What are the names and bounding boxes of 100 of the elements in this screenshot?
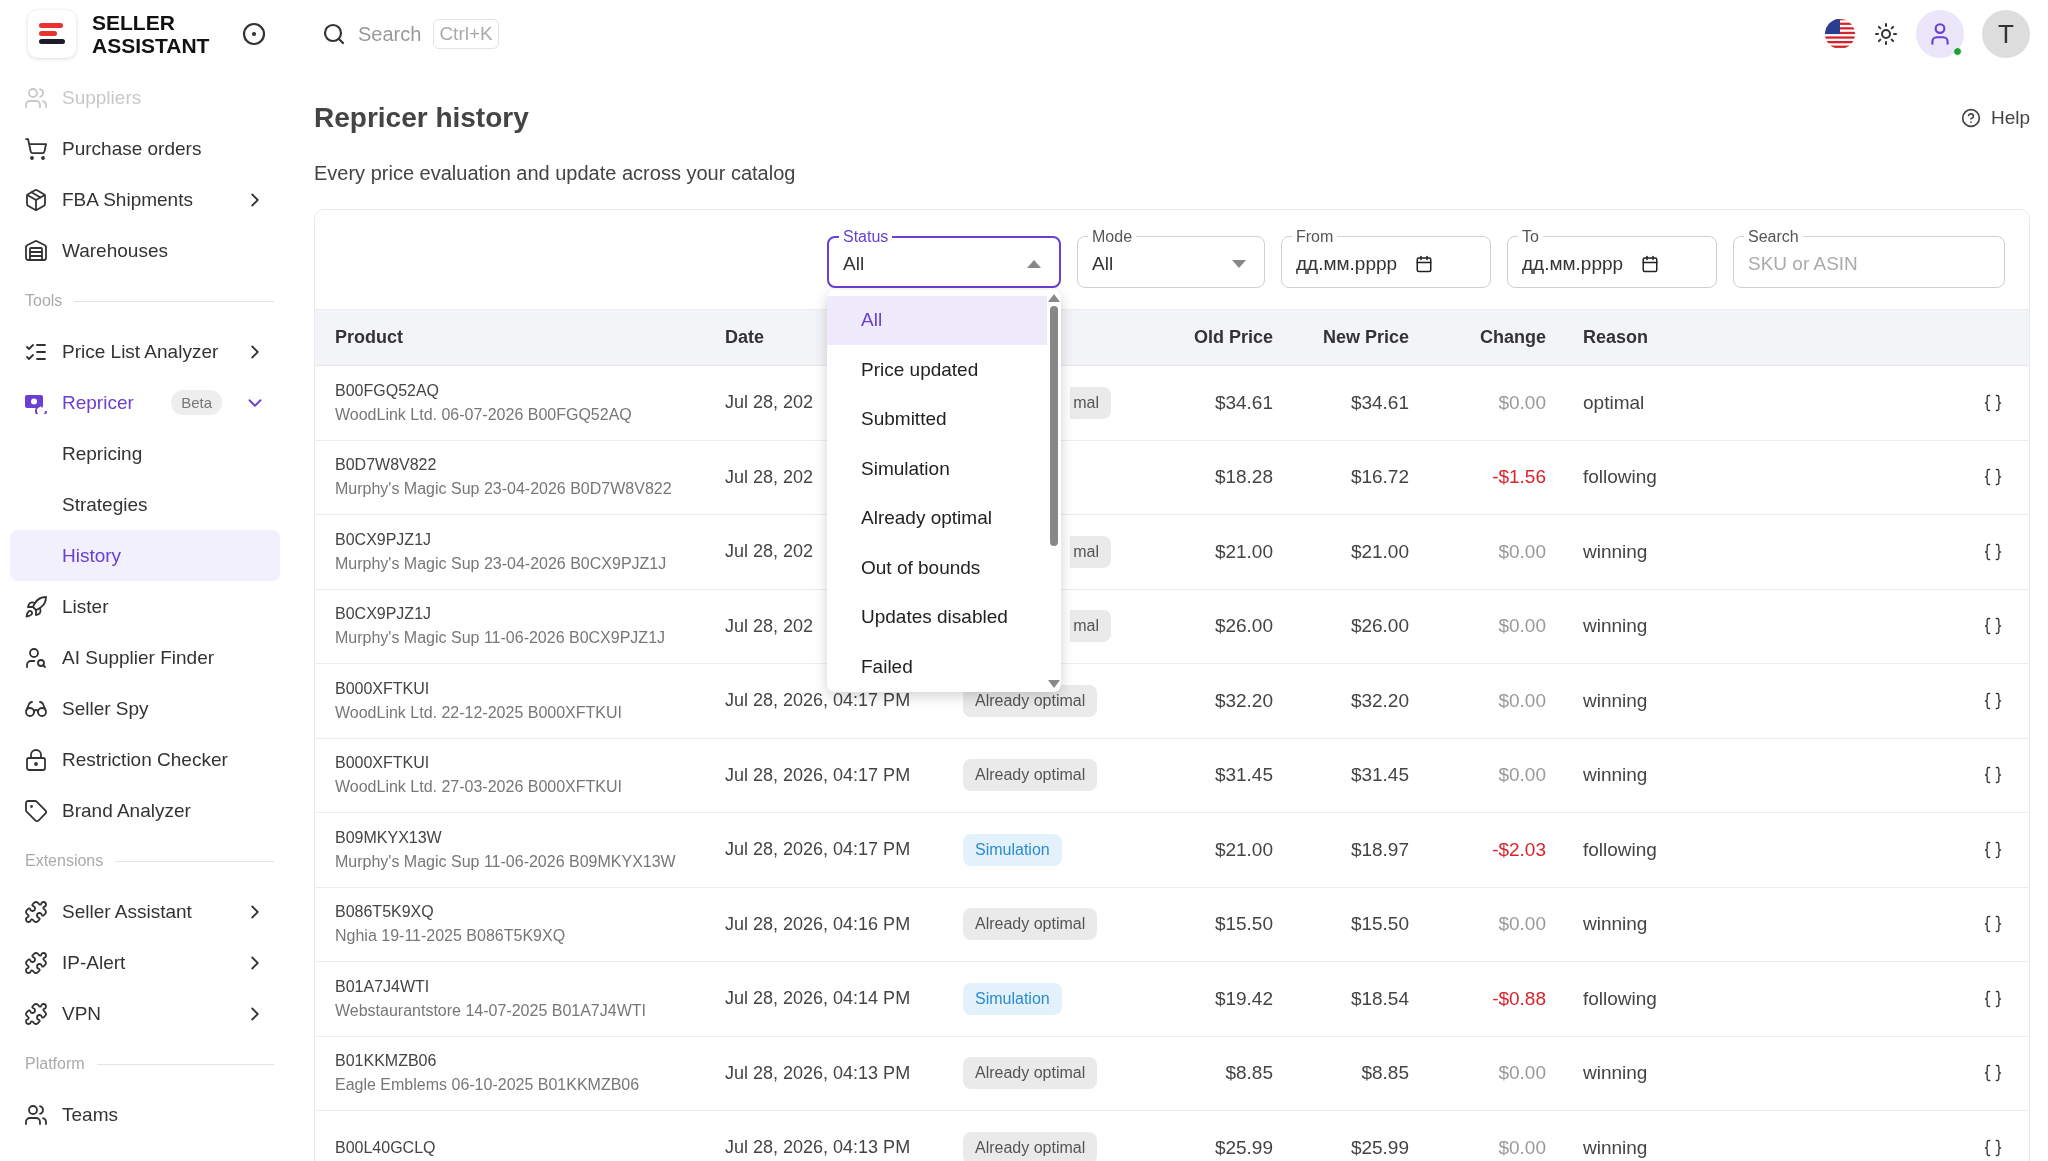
new-price-cell-text: $25.99: [1349, 1136, 1409, 1159]
new-price-cell-text: $26.00: [1349, 615, 1409, 638]
sidebar-subitem[interactable]: Strategies: [10, 479, 280, 530]
change-cell-text: $0.00: [1497, 764, 1546, 787]
sidebar-item[interactable]: Seller Spy: [10, 683, 280, 734]
sidebar-item[interactable]: Teams: [10, 1089, 280, 1140]
menu-option[interactable]: Submitted: [827, 394, 1047, 444]
user-search-icon: [24, 645, 48, 670]
product-sku: B0D7W8V822: [335, 456, 438, 475]
status-badge: mal: [1070, 610, 1111, 643]
sidebar-item[interactable]: Purchase orders: [10, 123, 280, 174]
date-cell: Jul 28, 2026, 04:14 PM: [725, 988, 911, 1010]
lock-icon: [24, 747, 48, 772]
search-icon: [322, 22, 346, 46]
scroll-up-icon[interactable]: [1048, 293, 1060, 302]
caret-icon: [1027, 259, 1041, 268]
sidebar-item[interactable]: VPN: [10, 988, 280, 1039]
new-price-cell-text: $8.85: [1360, 1062, 1409, 1085]
sidebar-item[interactable]: Repricer Beta: [10, 377, 280, 428]
help-link[interactable]: Help: [1960, 107, 2030, 129]
menu-option[interactable]: Already optimal: [827, 493, 1047, 543]
product-detail: Murphy's Magic Sup 23-04-2026 B0D7W8V822: [335, 480, 673, 499]
product-sku: B0CX9PJZ1J: [335, 530, 433, 549]
date-cell: Jul 28, 2026, 04:16 PM: [725, 913, 911, 935]
old-price-cell-text: $18.28: [1213, 466, 1273, 489]
column-header: Reason: [1582, 327, 1650, 348]
sun-icon[interactable]: [1874, 22, 1898, 46]
page-subtitle: Every price evaluation and update across your catalog: [314, 162, 797, 185]
sidebar-item[interactable]: IP-Alert: [10, 937, 280, 988]
account-button[interactable]: [1916, 10, 1964, 58]
flag-icon[interactable]: [1824, 18, 1856, 50]
change-cell-text: $0.00: [1497, 913, 1546, 936]
old-price-cell-text: $25.99: [1213, 1136, 1273, 1159]
page-title: Repricer history: [314, 102, 529, 134]
calendar-icon[interactable]: [1415, 255, 1434, 273]
change-cell-text: $0.00: [1497, 689, 1546, 712]
sidebar-item[interactable]: AI Supplier Finder: [10, 632, 280, 683]
column-header: Product: [335, 327, 404, 348]
beta-badge: Beta: [171, 390, 222, 415]
rocket-icon: [24, 594, 48, 619]
column-header: Date: [725, 327, 765, 348]
product-sku: B01KKMZB06: [335, 1052, 438, 1071]
sidebar-item[interactable]: Warehouses: [10, 225, 280, 276]
warehouse-icon: [24, 238, 48, 263]
old-price-cell-text: $32.20: [1213, 689, 1273, 712]
sidebar-item[interactable]: Brand Analyzer: [10, 785, 280, 836]
avatar[interactable]: T: [1982, 10, 2030, 58]
menu-option[interactable]: Simulation: [827, 444, 1047, 494]
reason-cell-text: following: [1582, 466, 1658, 489]
reason-cell-text: following: [1582, 987, 1658, 1010]
product-detail: WoodLink Ltd. 22-12-2025 B000XFTKUI: [335, 703, 623, 722]
status-badge: Already optimal: [963, 759, 1098, 792]
product-detail: Murphy's Magic Sup 11-06-2026 B0CX9PJZ1J: [335, 629, 667, 648]
product-sku: B09MKYX13W: [335, 828, 443, 847]
new-price-cell-text: $15.50: [1349, 913, 1409, 936]
select-field[interactable]: Status All: [827, 227, 1061, 288]
old-price-cell-text: $21.00: [1213, 838, 1273, 861]
date-field[interactable]: To дд.мм.рррр: [1507, 227, 1717, 288]
reason-cell-text: winning: [1582, 689, 1649, 712]
menu-option[interactable]: All: [827, 295, 1047, 345]
menu-option[interactable]: Out of bounds: [827, 543, 1047, 593]
date-field[interactable]: From дд.мм.рррр: [1281, 227, 1491, 288]
status-badge: Simulation: [963, 982, 1062, 1015]
menu-option[interactable]: Price updated: [827, 345, 1047, 395]
status-badge: mal: [1070, 386, 1111, 419]
section-title: Extensions: [25, 852, 104, 870]
puzzle-icon: [24, 950, 48, 975]
calendar-icon[interactable]: [1641, 255, 1660, 273]
sidebar-item[interactable]: FBA Shipments: [10, 174, 280, 225]
date-cell: Jul 28, 2026, 04:17 PM: [725, 764, 911, 786]
status-badge: Simulation: [963, 833, 1062, 866]
change-cell-text: -$1.56: [1491, 466, 1546, 489]
column-header: Change: [1479, 327, 1546, 348]
column-header: New Price: [1321, 327, 1409, 348]
product-sku: B01A7J4WTI: [335, 977, 431, 996]
scroll-down-icon[interactable]: [1048, 679, 1060, 688]
sidebar-item[interactable]: Seller Assistant: [10, 886, 280, 937]
menu-option[interactable]: Updates disabled: [827, 592, 1047, 642]
reason-cell-text: winning: [1582, 764, 1649, 787]
logo-icon: [28, 10, 76, 58]
new-price-cell-text: $34.61: [1349, 391, 1409, 414]
sidebar-item[interactable]: Restriction Checker: [10, 734, 280, 785]
toggle-icon[interactable]: [242, 22, 266, 46]
search-field[interactable]: Search SKU or ASIN: [1733, 227, 2005, 288]
date-cell: Jul 28, 202: [725, 466, 814, 488]
shortcut-key: Ctrl+K: [433, 19, 499, 49]
sidebar-item[interactable]: Lister: [10, 581, 280, 632]
new-price-cell-text: $18.54: [1349, 987, 1409, 1010]
select-field[interactable]: Mode All: [1077, 227, 1265, 288]
product-sku: B086T5K9XQ: [335, 903, 435, 922]
change-cell-text: $0.00: [1497, 1062, 1546, 1085]
product-sku: B0CX9PJZ1J: [335, 605, 433, 624]
product-detail: Murphy's Magic Sup 11-06-2026 B09MKYX13W: [335, 852, 677, 871]
old-price-cell-text: $15.50: [1213, 913, 1273, 936]
product-detail: Murphy's Magic Sup 23-04-2026 B0CX9PJZ1J: [335, 554, 668, 573]
sidebar-subitem[interactable]: Repricing: [10, 428, 280, 479]
change-cell-text: $0.00: [1497, 1136, 1546, 1159]
sidebar-item[interactable]: Price List Analyzer: [10, 326, 280, 377]
sidebar-subitem[interactable]: History: [10, 530, 280, 581]
change-cell-text: -$2.03: [1491, 838, 1546, 861]
